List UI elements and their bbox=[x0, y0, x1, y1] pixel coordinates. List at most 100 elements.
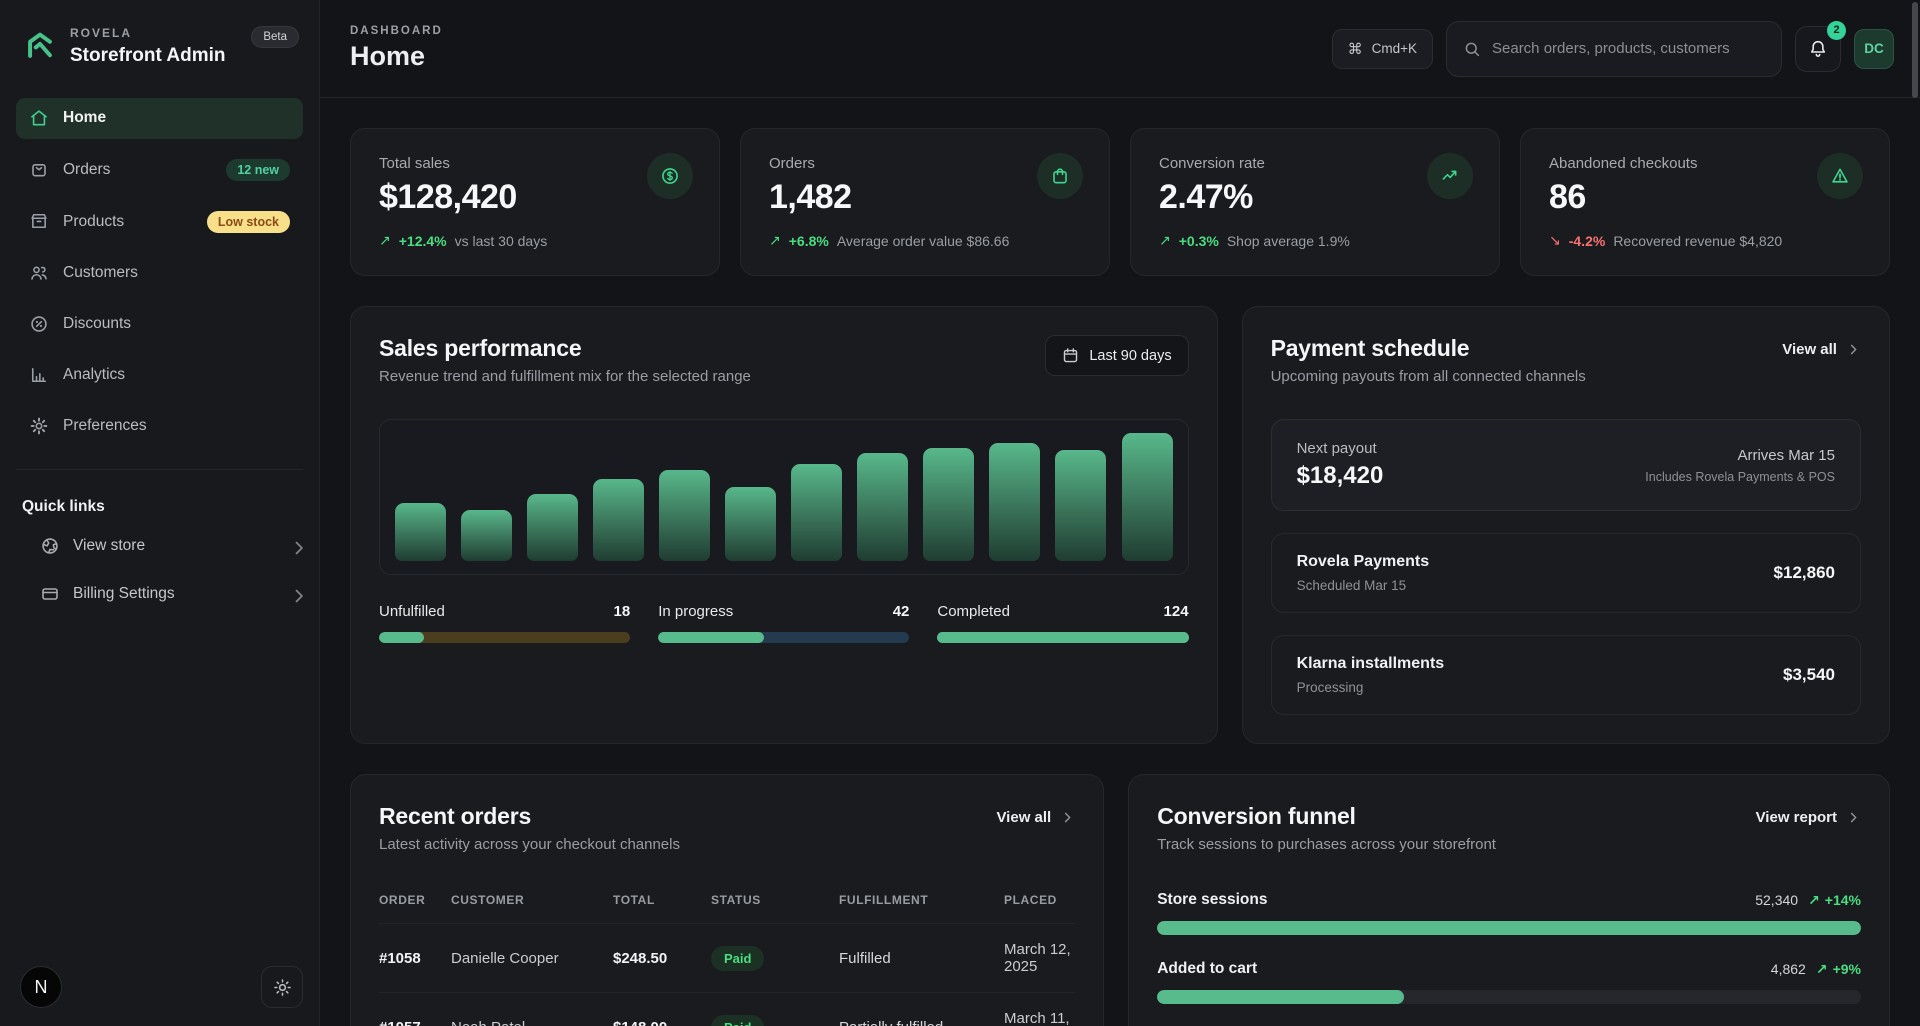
sidebar-item-label: Orders bbox=[63, 161, 110, 179]
quick-link-view-store[interactable]: View store bbox=[0, 522, 319, 570]
order-row[interactable]: #1057 Noah Patel $148.00 Paid Partially … bbox=[379, 992, 1075, 1026]
sales-bar bbox=[1055, 450, 1106, 561]
funnel-rows: Store sessions 52,340 ↗+14% Added to car… bbox=[1157, 891, 1861, 1026]
orders-column-header: CUSTOMER bbox=[451, 893, 603, 907]
order-total: $248.50 bbox=[613, 950, 701, 967]
quick-link-label: Billing Settings bbox=[73, 585, 175, 603]
orders-bag-icon bbox=[29, 159, 50, 180]
scrollbar-thumb[interactable] bbox=[1912, 2, 1918, 98]
rovela-logo-icon bbox=[22, 28, 58, 64]
payout-status: Scheduled Mar 15 bbox=[1297, 578, 1430, 593]
sales-bar bbox=[461, 510, 512, 561]
sidebar-badge: 12 new bbox=[226, 159, 290, 181]
orders-column-header: STATUS bbox=[711, 893, 829, 907]
search-input[interactable] bbox=[1492, 40, 1765, 57]
funnel-bar bbox=[1157, 921, 1861, 935]
orders-column-header: FULFILLMENT bbox=[839, 893, 994, 907]
payment-schedule-subtitle: Upcoming payouts from all connected chan… bbox=[1271, 368, 1586, 385]
workspace-avatar[interactable]: N bbox=[20, 966, 62, 1008]
payout-rows: Rovela Payments Scheduled Mar 15 $12,860… bbox=[1271, 533, 1861, 715]
sidebar-item-discounts[interactable]: Discounts bbox=[16, 304, 303, 345]
sales-bar bbox=[791, 464, 842, 561]
payout-status: Processing bbox=[1297, 680, 1445, 695]
order-total: $148.00 bbox=[613, 1019, 701, 1026]
notifications-button[interactable]: 2 bbox=[1795, 26, 1841, 72]
payout-row[interactable]: Klarna installments Processing $3,540 bbox=[1271, 635, 1861, 715]
customers-icon bbox=[29, 263, 50, 284]
home-icon bbox=[29, 108, 50, 129]
date-range-button[interactable]: Last 90 days bbox=[1045, 335, 1188, 376]
sidebar-item-preferences[interactable]: Preferences bbox=[16, 406, 303, 447]
legend-meter bbox=[658, 632, 909, 643]
quick-link-billing-settings[interactable]: Billing Settings bbox=[0, 570, 319, 618]
stat-delta: +0.3% bbox=[1179, 233, 1219, 249]
trend-arrow-icon: ↗ bbox=[769, 232, 781, 249]
order-fulfillment: Partially fulfilled bbox=[839, 1019, 994, 1026]
breadcrumb-eyebrow: DASHBOARD bbox=[350, 25, 443, 37]
app-root: ROVELA Storefront Admin Beta Home Orders… bbox=[0, 0, 1920, 1026]
sidebar-item-label: Home bbox=[63, 109, 106, 127]
date-range-label: Last 90 days bbox=[1089, 348, 1171, 364]
sales-bar bbox=[923, 448, 974, 561]
payments-view-all-link[interactable]: View all bbox=[1782, 341, 1861, 358]
theme-toggle-button[interactable] bbox=[261, 966, 303, 1008]
main-area: DASHBOARD Home ⌘ Cmd+K bbox=[320, 0, 1920, 1026]
search-icon bbox=[1463, 40, 1481, 58]
conversion-funnel-title: Conversion funnel bbox=[1157, 803, 1496, 830]
order-status-badge: Paid bbox=[711, 1015, 764, 1026]
quick-links: View store Billing Settings bbox=[0, 522, 319, 618]
legend-label: In progress bbox=[658, 603, 733, 620]
chevron-right-icon bbox=[289, 538, 305, 554]
sidebar-item-analytics[interactable]: Analytics bbox=[16, 355, 303, 396]
sidebar-item-orders[interactable]: Orders 12 new bbox=[16, 149, 303, 191]
stat-note: vs last 30 days bbox=[455, 233, 548, 249]
funnel-delta: ↗+9% bbox=[1816, 961, 1861, 978]
next-payout-panel: Next payout $18,420 Arrives Mar 15 Inclu… bbox=[1271, 419, 1861, 511]
funnel-view-report-link[interactable]: View report bbox=[1756, 809, 1861, 826]
globe-icon bbox=[40, 536, 60, 556]
global-search bbox=[1446, 21, 1782, 77]
sales-performance-title: Sales performance bbox=[379, 335, 751, 362]
credit-card-icon bbox=[40, 584, 60, 604]
order-id: #1057 bbox=[379, 1019, 441, 1026]
stat-delta: -4.2% bbox=[1569, 233, 1606, 249]
sidebar-item-products[interactable]: Products Low stock bbox=[16, 201, 303, 243]
funnel-delta: ↗+14% bbox=[1808, 892, 1861, 909]
chevron-right-icon bbox=[1060, 810, 1075, 825]
order-row[interactable]: #1058 Danielle Cooper $248.50 Paid Fulfi… bbox=[379, 923, 1075, 992]
beta-badge: Beta bbox=[251, 26, 299, 48]
order-customer: Noah Patel bbox=[451, 1019, 603, 1026]
stat-value: 86 bbox=[1549, 178, 1861, 217]
stat-label: Abandoned checkouts bbox=[1549, 155, 1861, 172]
legend-completed: Completed 124 bbox=[937, 603, 1188, 643]
sidebar-item-customers[interactable]: Customers bbox=[16, 253, 303, 294]
funnel-label: Store sessions bbox=[1157, 891, 1267, 909]
shopping-bag-icon bbox=[1037, 153, 1083, 199]
products-box-icon bbox=[29, 211, 50, 232]
dollar-circle-icon bbox=[647, 153, 693, 199]
orders-column-header: ORDER bbox=[379, 893, 441, 907]
orders-view-all-link[interactable]: View all bbox=[996, 809, 1075, 826]
sales-bar bbox=[989, 443, 1040, 561]
sales-bar-chart bbox=[379, 419, 1189, 575]
legend-meter bbox=[379, 632, 630, 643]
payout-row[interactable]: Rovela Payments Scheduled Mar 15 $12,860 bbox=[1271, 533, 1861, 613]
sales-bar bbox=[527, 494, 578, 561]
next-payout-amount: $18,420 bbox=[1297, 462, 1384, 490]
orders-header-row: ORDERCUSTOMERTOTALSTATUSFULFILLMENTPLACE… bbox=[379, 893, 1075, 923]
stat-card-orders: Orders 1,482 ↗ +6.8% Average order value… bbox=[740, 128, 1110, 276]
stat-card-conversion-rate: Conversion rate 2.47% ↗ +0.3% Shop avera… bbox=[1130, 128, 1500, 276]
sidebar-badge: Low stock bbox=[207, 211, 290, 233]
order-placed-date: March 11, 2025 bbox=[1004, 1010, 1075, 1026]
next-payout-arrives: Arrives Mar 15 bbox=[1645, 447, 1835, 464]
sidebar-item-home[interactable]: Home bbox=[16, 98, 303, 139]
fulfillment-legend: Unfulfilled 18 In progress 42 Completed … bbox=[379, 603, 1189, 643]
recent-orders-card: Recent orders Latest activity across you… bbox=[350, 774, 1104, 1026]
payout-name: Rovela Payments bbox=[1297, 553, 1430, 571]
sales-performance-subtitle: Revenue trend and fulfillment mix for th… bbox=[379, 368, 751, 385]
sidebar-item-label: Products bbox=[63, 213, 124, 231]
command-palette-button[interactable]: ⌘ Cmd+K bbox=[1332, 29, 1433, 69]
stat-note: Recovered revenue $4,820 bbox=[1613, 233, 1782, 249]
user-avatar[interactable]: DC bbox=[1854, 29, 1894, 69]
funnel-value: 4,862 bbox=[1771, 961, 1806, 977]
